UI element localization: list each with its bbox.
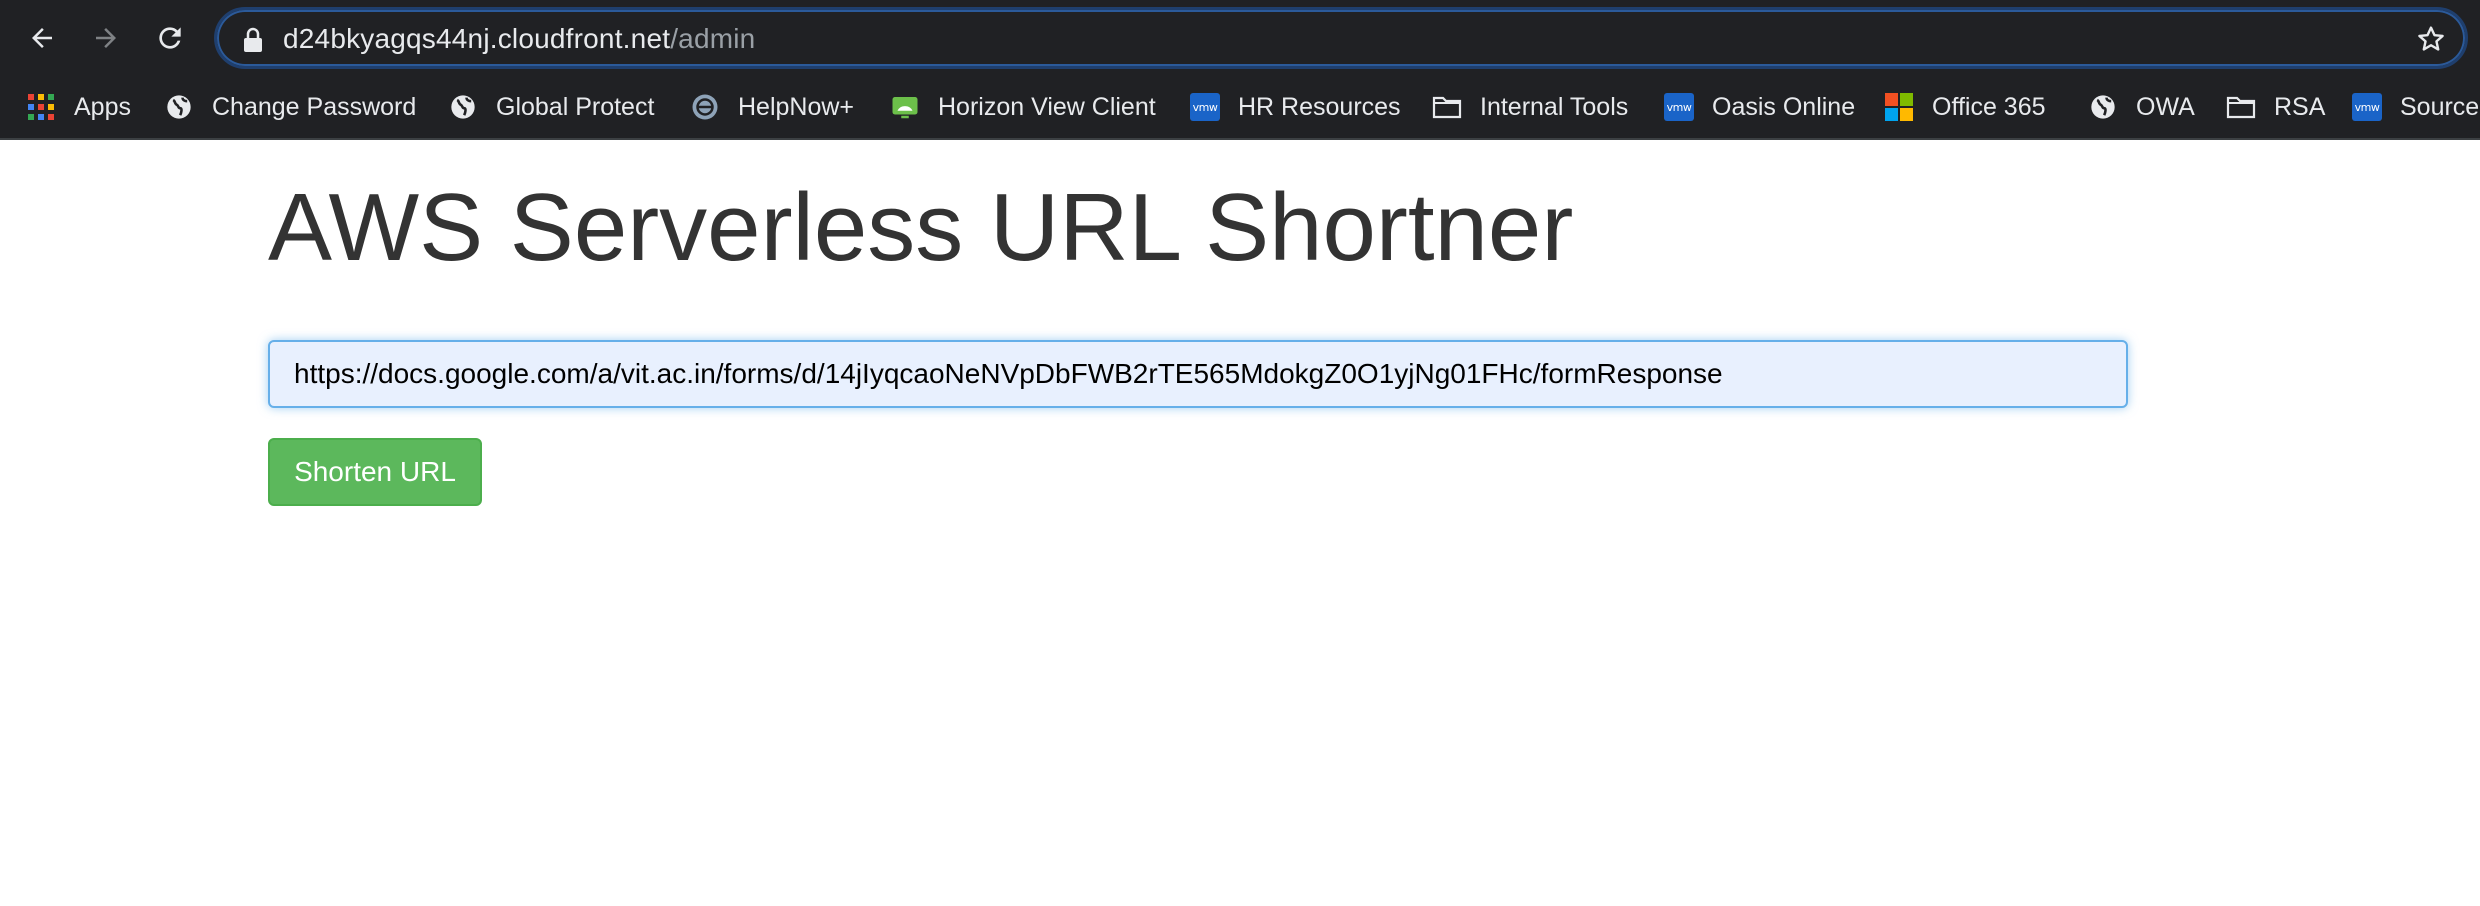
vmw-icon: vmw	[1190, 92, 1220, 122]
bookmark-label: RSA	[2274, 92, 2326, 121]
lock-icon	[244, 27, 262, 52]
bookmark-rsa[interactable]: RSA	[2226, 76, 2325, 138]
url-input[interactable]	[268, 340, 2128, 408]
globe-icon	[2088, 92, 2118, 122]
page-title: AWS Serverless URL Shortner	[268, 174, 1574, 281]
bookmark-office-365[interactable]: Office 365	[1884, 76, 2046, 138]
back-button[interactable]	[18, 14, 66, 62]
helpnow-icon	[690, 92, 720, 122]
bookmark-oasis-online[interactable]: vmw Oasis Online	[1664, 76, 1855, 138]
bookmark-owa[interactable]: OWA	[2088, 76, 2195, 138]
bookmark-label: Apps	[74, 92, 131, 121]
bookmark-label: Source	[2400, 92, 2480, 121]
vmw-icon: vmw	[1664, 92, 1694, 122]
bookmark-label: Global Protect	[496, 92, 655, 121]
bookmark-label: Internal Tools	[1480, 92, 1629, 121]
bookmark-label: HelpNow+	[738, 92, 855, 121]
vmw-badge: vmw	[1190, 93, 1220, 121]
bookmark-helpnow[interactable]: HelpNow+	[690, 76, 854, 138]
forward-button[interactable]	[82, 14, 130, 62]
folder-icon	[1432, 92, 1462, 122]
arrow-right-icon	[96, 28, 116, 48]
url-host: d24bkyagqs44nj.cloudfront.net	[283, 23, 671, 54]
bookmark-apps[interactable]: Apps	[26, 76, 131, 138]
bookmark-horizon-view-client[interactable]: Horizon View Client	[890, 76, 1156, 138]
url-path: /admin	[670, 23, 756, 54]
globe-icon	[448, 92, 478, 122]
arrow-left-icon	[32, 28, 52, 48]
bookmark-change-password[interactable]: Change Password	[164, 76, 416, 138]
bookmarks-bar: Apps Change Password Global Protect Help…	[0, 76, 2480, 140]
bookmark-label: HR Resources	[1238, 92, 1401, 121]
horizon-icon	[890, 92, 920, 122]
bookmark-label: Oasis Online	[1712, 92, 1856, 121]
bookmark-hr-resources[interactable]: vmw HR Resources	[1190, 76, 1401, 138]
reload-button[interactable]	[146, 14, 194, 62]
folder-icon	[2226, 92, 2256, 122]
vmw-badge: vmw	[1664, 93, 1694, 121]
bookmark-internal-tools[interactable]: Internal Tools	[1432, 76, 1628, 138]
shorten-url-button[interactable]: Shorten URL	[268, 438, 482, 506]
apps-grid-icon	[26, 92, 56, 122]
bookmark-source[interactable]: vmw Source	[2352, 76, 2479, 138]
bookmark-label: OWA	[2136, 92, 2195, 121]
bookmark-label: Office 365	[1932, 92, 2046, 121]
bookmark-global-protect[interactable]: Global Protect	[448, 76, 654, 138]
star-icon[interactable]	[2415, 23, 2447, 55]
vmw-badge: vmw	[2352, 93, 2382, 121]
bookmark-label: Horizon View Client	[938, 92, 1156, 121]
address-url: d24bkyagqs44nj.cloudfront.net/admin	[283, 19, 755, 59]
globe-icon	[164, 92, 194, 122]
address-bar[interactable]: d24bkyagqs44nj.cloudfront.net/admin	[214, 7, 2468, 69]
vmw-icon: vmw	[2352, 92, 2382, 122]
microsoft-icon	[1884, 92, 1914, 122]
bookmark-label: Change Password	[212, 92, 417, 121]
reload-icon	[159, 27, 181, 49]
browser-toolbar: d24bkyagqs44nj.cloudfront.net/admin	[0, 0, 2480, 76]
